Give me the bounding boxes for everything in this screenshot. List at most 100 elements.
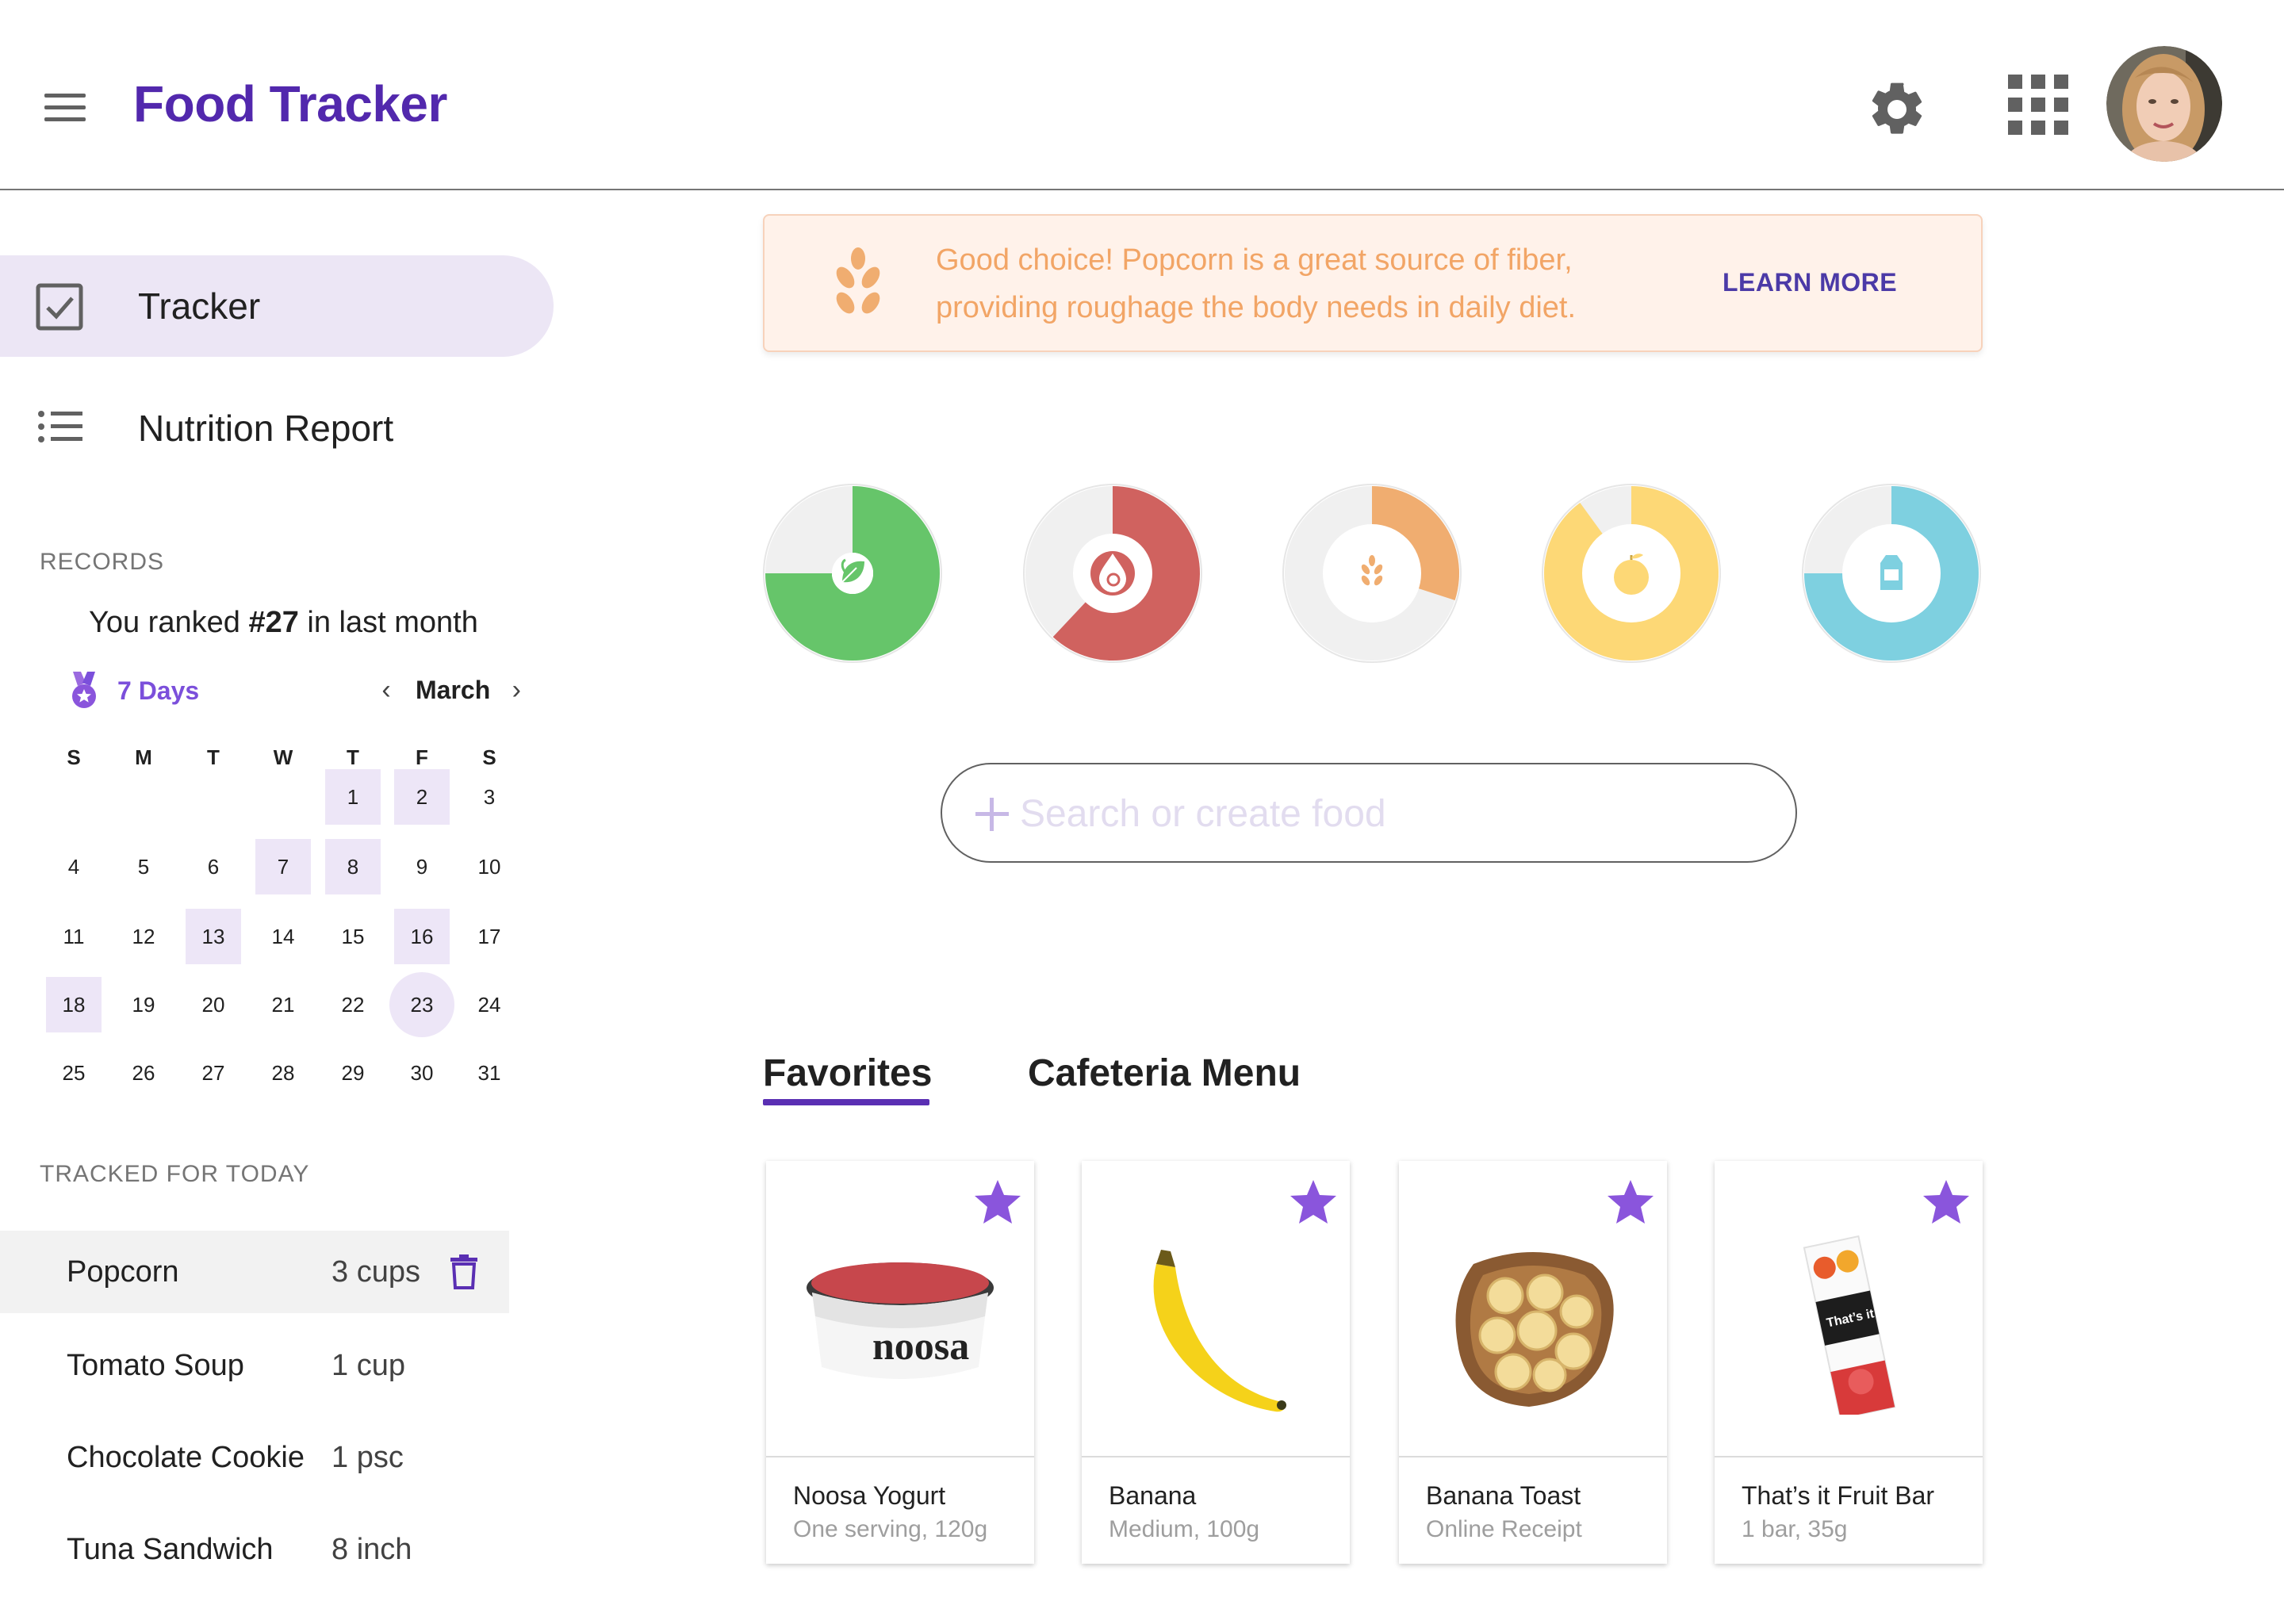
calendar-day[interactable]: 20 xyxy=(186,977,241,1032)
calendar-day[interactable]: 16 xyxy=(394,909,450,964)
calendar-day[interactable]: 31 xyxy=(462,1045,517,1101)
calendar-day[interactable]: 18 xyxy=(46,977,102,1032)
tracked-item[interactable]: Tuna Sandwich 8 inch xyxy=(0,1508,509,1591)
food-card-image-area xyxy=(1399,1161,1667,1457)
weekday-label: S xyxy=(67,745,81,769)
delete-icon[interactable] xyxy=(450,1254,477,1289)
tracked-item[interactable]: Popcorn 3 cups xyxy=(0,1231,509,1313)
food-card-subtitle: 1 bar, 35g xyxy=(1742,1516,1848,1542)
calendar-day[interactable]: 13 xyxy=(186,909,241,964)
food-card[interactable]: Banana Toast Online Receipt xyxy=(1399,1161,1667,1564)
calendar-day[interactable]: 24 xyxy=(462,977,517,1032)
menu-icon[interactable] xyxy=(44,94,86,122)
calendar-day[interactable]: 17 xyxy=(462,909,517,964)
calendar-day[interactable]: 25 xyxy=(46,1045,102,1101)
search-input[interactable] xyxy=(1020,782,1765,845)
milk-carton-nutrient-ring[interactable] xyxy=(1802,484,1981,663)
favorite-star-icon[interactable] xyxy=(972,1177,1023,1228)
wheat-icon xyxy=(836,247,880,314)
calendar-day[interactable]: 6 xyxy=(186,839,241,894)
calendar-day[interactable]: 5 xyxy=(116,839,171,894)
calendar-day[interactable]: 9 xyxy=(394,839,450,894)
gear-icon[interactable] xyxy=(1865,78,1929,141)
weekday-label: T xyxy=(207,745,220,769)
blood-drop-nutrient-ring[interactable] xyxy=(1023,484,1202,663)
banana-image xyxy=(1153,1250,1286,1412)
chevron-left-icon[interactable]: ‹ xyxy=(374,674,398,706)
calendar-day[interactable]: 7 xyxy=(255,839,311,894)
nav-nutrition-report[interactable]: Nutrition Report xyxy=(0,377,554,479)
user-avatar[interactable] xyxy=(2106,46,2222,162)
yogurt-cup-image: noosa xyxy=(807,1262,994,1379)
calendar-month: March xyxy=(416,675,491,704)
tracked-item-name: Tomato Soup xyxy=(67,1348,244,1382)
food-card[interactable]: noosa Noosa Yogurt One serving, 120g xyxy=(766,1161,1034,1564)
calendar-day[interactable]: 3 xyxy=(462,769,517,825)
calendar-day[interactable]: 19 xyxy=(116,977,171,1032)
records-heading: RECORDS xyxy=(40,549,165,575)
calendar-day[interactable]: 30 xyxy=(394,1045,450,1101)
month-navigator: ‹ March › xyxy=(374,672,528,707)
food-card-title: Banana Toast xyxy=(1426,1481,1581,1510)
food-card-image-area xyxy=(1082,1161,1350,1457)
calendar-day[interactable]: 12 xyxy=(116,909,171,964)
calendar-day[interactable]: 8 xyxy=(325,839,381,894)
app-title: Food Tracker xyxy=(133,75,447,132)
food-card-subtitle: Online Receipt xyxy=(1426,1516,1582,1542)
calendar-day[interactable]: 29 xyxy=(325,1045,381,1101)
favorite-star-icon[interactable] xyxy=(1921,1177,1972,1228)
food-card[interactable]: Banana Medium, 100g xyxy=(1082,1161,1350,1564)
calendar-day[interactable]: 27 xyxy=(186,1045,241,1101)
wheat-nutrient-ring[interactable] xyxy=(1282,484,1462,663)
svg-text:noosa: noosa xyxy=(872,1323,969,1368)
tracked-item-quantity: 8 inch xyxy=(331,1532,412,1566)
calendar-day[interactable]: 15 xyxy=(325,909,381,964)
streak-badge: 7 Days xyxy=(68,671,199,710)
calendar-day[interactable]: 14 xyxy=(255,909,311,964)
orange-fruit-nutrient-ring[interactable] xyxy=(1542,484,1721,663)
weekday-label: M xyxy=(135,745,152,769)
fruit-bar-image: That’s it xyxy=(1803,1235,1896,1415)
tracked-item-name: Popcorn xyxy=(67,1254,179,1289)
tracked-item-name: Tuna Sandwich xyxy=(67,1532,274,1566)
plus-icon[interactable] xyxy=(972,795,1012,834)
tip-text: Good choice! Popcorn is a great source o… xyxy=(936,236,1650,331)
checkbox-icon xyxy=(36,283,83,331)
food-card[interactable]: That’s it That’s it Fruit Bar 1 bar, 35g xyxy=(1715,1161,1983,1564)
list-icon xyxy=(38,411,82,442)
rank-prefix: You ranked xyxy=(89,606,249,639)
rank-text: You ranked #27 in last month xyxy=(89,606,478,640)
calendar-day-today[interactable]: 23 xyxy=(389,972,454,1037)
food-card-subtitle: Medium, 100g xyxy=(1109,1516,1260,1542)
tip-banner: Good choice! Popcorn is a great source o… xyxy=(763,214,1983,352)
leaf-nutrient-ring[interactable] xyxy=(763,484,942,663)
rank-suffix: in last month xyxy=(298,606,478,639)
calendar-day[interactable]: 1 xyxy=(325,769,381,825)
chevron-right-icon[interactable]: › xyxy=(504,674,528,706)
food-card-title: Banana xyxy=(1109,1481,1197,1510)
rank-value: #27 xyxy=(248,606,299,639)
tracked-heading: TRACKED FOR TODAY xyxy=(40,1161,310,1187)
calendar-day[interactable]: 26 xyxy=(116,1045,171,1101)
calendar-day[interactable]: 22 xyxy=(325,977,381,1032)
calendar-day[interactable]: 21 xyxy=(255,977,311,1032)
calendar-day[interactable]: 10 xyxy=(462,839,517,894)
learn-more-button[interactable]: LEARN MORE xyxy=(1723,268,1897,297)
nav-tracker[interactable]: Tracker xyxy=(0,255,554,357)
calendar-day[interactable]: 2 xyxy=(394,769,450,825)
favorite-star-icon[interactable] xyxy=(1605,1177,1656,1228)
tracked-item[interactable]: Chocolate Cookie 1 psc xyxy=(0,1416,509,1499)
tab-cafeteria-menu[interactable]: Cafeteria Menu xyxy=(1028,1051,1301,1107)
calendar-day[interactable]: 4 xyxy=(46,839,102,894)
tip-line-1: Good choice! Popcorn is a great source o… xyxy=(936,243,1573,277)
food-card-title: That’s it Fruit Bar xyxy=(1742,1481,1935,1510)
apps-grid-icon[interactable] xyxy=(2008,75,2068,135)
nav-tracker-label: Tracker xyxy=(138,285,261,327)
food-search-bar[interactable] xyxy=(941,763,1797,863)
calendar-day[interactable]: 11 xyxy=(46,909,102,964)
tip-line-2: providing roughage the body needs in dai… xyxy=(936,291,1577,324)
calendar-day[interactable]: 28 xyxy=(255,1045,311,1101)
weekday-label: W xyxy=(273,745,293,769)
tracked-item[interactable]: Tomato Soup 1 cup xyxy=(0,1324,509,1407)
favorite-star-icon[interactable] xyxy=(1288,1177,1339,1228)
